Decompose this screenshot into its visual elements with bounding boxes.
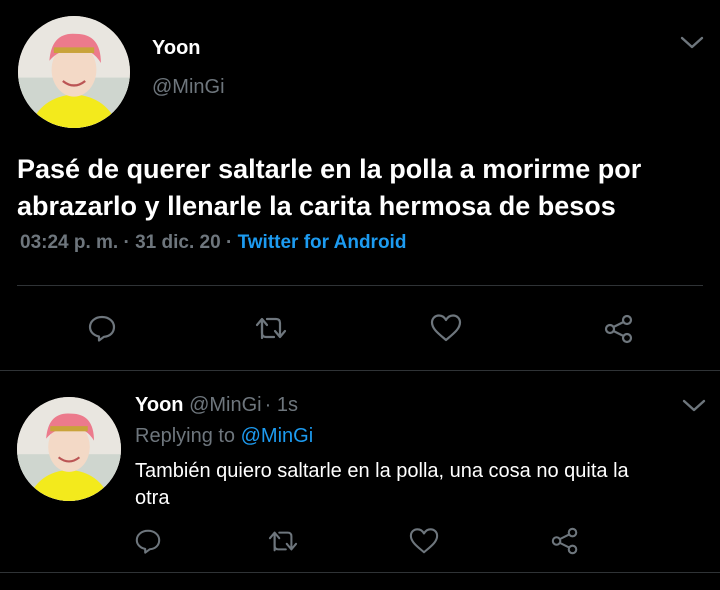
tweet-text-line: Pasé de querer saltarle en la polla a mo… (17, 154, 642, 184)
tweet-time[interactable]: 03:24 p. m. (20, 232, 118, 253)
replying-to-handle[interactable]: @MinGi (241, 425, 314, 447)
handle[interactable]: @MinGi (152, 76, 225, 99)
reply-text: También quiero saltarle en la polla, una… (135, 458, 629, 512)
meta-separator: · (225, 232, 233, 253)
reply-text-line: También quiero saltarle en la polla, una… (135, 460, 629, 482)
tweet-text-line: abrazarlo y llenarle la carita hermosa d… (17, 191, 616, 221)
display-name[interactable]: Yoon (152, 37, 201, 60)
share-icon[interactable] (603, 313, 635, 345)
reply-avatar[interactable] (17, 397, 121, 501)
reply-icon[interactable] (87, 313, 117, 343)
meta-separator: · (264, 394, 272, 416)
retweet-icon[interactable] (266, 527, 300, 555)
tweet-meta: 03:24 p. m. · 31 dic. 20 · Twitter for A… (20, 232, 406, 254)
tweet-text: Pasé de querer saltarle en la polla a mo… (17, 151, 641, 225)
avatar-image (17, 397, 121, 501)
reply-text-line: otra (135, 487, 170, 509)
like-icon[interactable] (429, 312, 463, 344)
tweet-source-link[interactable]: Twitter for Android (238, 232, 407, 253)
like-icon[interactable] (408, 526, 440, 556)
tweet-date[interactable]: 31 dic. 20 (135, 232, 221, 253)
retweet-icon[interactable] (253, 313, 289, 343)
divider (0, 572, 720, 573)
avatar-image (18, 16, 130, 128)
reply-header: Yoon @MinGi · 1s (135, 394, 298, 417)
reply-display-name[interactable]: Yoon (135, 394, 184, 416)
reply-icon[interactable] (134, 527, 162, 555)
meta-separator: · (123, 232, 130, 253)
avatar[interactable] (18, 16, 130, 128)
chevron-down-icon[interactable] (679, 34, 705, 52)
chevron-down-icon[interactable] (681, 397, 707, 415)
replying-to: Replying to @MinGi (135, 425, 313, 448)
reply-age[interactable]: 1s (277, 394, 298, 416)
reply-handle[interactable]: @MinGi (189, 394, 262, 416)
divider (17, 285, 703, 286)
share-icon[interactable] (550, 526, 580, 556)
divider (0, 370, 720, 371)
replying-to-label: Replying to (135, 425, 236, 447)
